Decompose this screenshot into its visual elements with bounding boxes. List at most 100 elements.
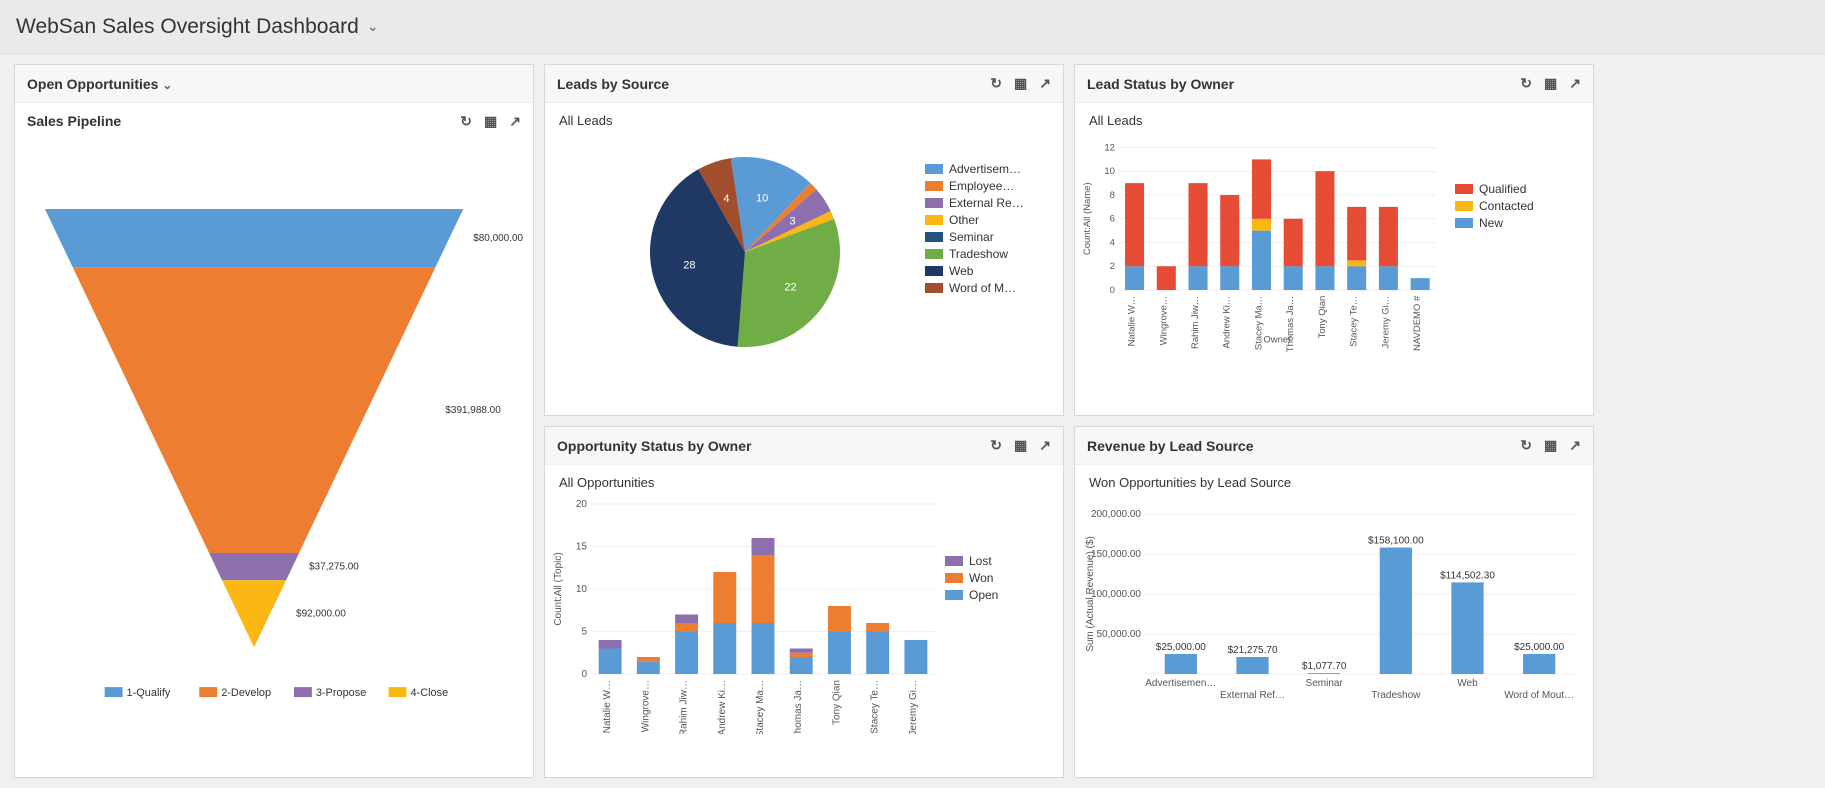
svg-text:Tony Qian: Tony Qian bbox=[831, 680, 842, 725]
svg-text:Natalie W…: Natalie W… bbox=[1127, 296, 1138, 347]
svg-text:Rahim Jiw…: Rahim Jiw… bbox=[679, 680, 690, 734]
refresh-icon[interactable]: ↻ bbox=[990, 437, 1002, 454]
pipeline-title: Sales Pipeline bbox=[27, 113, 121, 129]
page-title: WebSan Sales Oversight Dashboard ⌄ bbox=[0, 0, 1825, 54]
revenue-title: Revenue by Lead Source bbox=[1087, 438, 1254, 454]
svg-text:Advertisemen…: Advertisemen… bbox=[1145, 678, 1216, 689]
svg-text:Thomas Ja…: Thomas Ja… bbox=[793, 680, 804, 734]
svg-text:Web: Web bbox=[1457, 678, 1478, 689]
svg-text:$25,000.00: $25,000.00 bbox=[1156, 642, 1206, 653]
svg-text:12: 12 bbox=[1104, 142, 1115, 153]
panel-opp-status: Opportunity Status by Owner ↻ ▦ ↗ All Op… bbox=[544, 426, 1064, 778]
lead-status-title: Lead Status by Owner bbox=[1087, 76, 1234, 92]
panel-open-opportunities: Open Opportunities ⌄ Sales Pipeline ↻ ▦ … bbox=[14, 64, 534, 778]
refresh-icon[interactable]: ↻ bbox=[990, 75, 1002, 92]
panel-header: Opportunity Status by Owner ↻ ▦ ↗ bbox=[545, 427, 1063, 465]
svg-text:$92,000.00: $92,000.00 bbox=[296, 609, 346, 620]
svg-text:Stacey Te…: Stacey Te… bbox=[870, 680, 881, 734]
svg-text:5: 5 bbox=[581, 627, 587, 638]
svg-text:$114,502.30: $114,502.30 bbox=[1440, 570, 1495, 581]
popout-icon[interactable]: ↗ bbox=[1569, 75, 1581, 92]
svg-text:200,000.00: 200,000.00 bbox=[1091, 509, 1141, 520]
svg-text:Tradeshow: Tradeshow bbox=[1371, 690, 1421, 701]
opp-status-legend: LostWonOpen bbox=[945, 494, 1006, 777]
svg-text:Word of Mout…: Word of Mout… bbox=[1504, 690, 1574, 701]
svg-text:Wingrove…: Wingrove… bbox=[640, 680, 651, 732]
svg-text:Count:All (Topic): Count:All (Topic) bbox=[553, 552, 564, 625]
opp-status-chart: 0 5 10 15 20 Count:All (Topic) Natalie W… Wingr… bbox=[545, 494, 945, 734]
grid-icon[interactable]: ▦ bbox=[1014, 75, 1027, 92]
panel-revenue: Revenue by Lead Source ↻ ▦ ↗ Won Opportu… bbox=[1074, 426, 1594, 778]
chevron-down-icon[interactable]: ⌄ bbox=[162, 78, 172, 92]
svg-text:20: 20 bbox=[576, 499, 588, 510]
panel-lead-status: Lead Status by Owner ↻ ▦ ↗ All Leads 024… bbox=[1074, 64, 1594, 416]
panel-leads-by-source: Leads by Source ↻ ▦ ↗ All Leads 10322284… bbox=[544, 64, 1064, 416]
svg-text:15: 15 bbox=[576, 542, 588, 553]
svg-text:Stacey Ma…: Stacey Ma… bbox=[755, 680, 766, 734]
grid-icon[interactable]: ▦ bbox=[1544, 437, 1557, 454]
svg-text:$37,275.00: $37,275.00 bbox=[309, 562, 359, 573]
svg-text:100,000.00: 100,000.00 bbox=[1091, 589, 1141, 600]
opp-status-title: Opportunity Status by Owner bbox=[557, 438, 751, 454]
lead-status-legend: QualifiedContactedNew bbox=[1455, 132, 1542, 415]
chevron-down-icon[interactable]: ⌄ bbox=[367, 18, 379, 35]
pie-legend: Advertisem…Employee…External Re…OtherSem… bbox=[925, 132, 1063, 415]
opp-status-subtitle: All Opportunities bbox=[545, 465, 1063, 494]
svg-text:10: 10 bbox=[1104, 166, 1115, 177]
section-header: Sales Pipeline ↻ ▦ ↗ bbox=[15, 103, 533, 139]
svg-text:Andrew Ki…: Andrew Ki… bbox=[717, 680, 728, 734]
refresh-icon[interactable]: ↻ bbox=[1520, 437, 1532, 454]
svg-text:3: 3 bbox=[790, 216, 796, 228]
popout-icon[interactable]: ↗ bbox=[509, 113, 521, 130]
svg-text:2-Develop: 2-Develop bbox=[221, 687, 271, 699]
revenue-subtitle: Won Opportunities by Lead Source bbox=[1075, 465, 1593, 494]
grid-icon[interactable]: ▦ bbox=[1544, 75, 1557, 92]
svg-text:10: 10 bbox=[576, 584, 588, 595]
svg-text:0: 0 bbox=[581, 669, 587, 680]
svg-text:Stacey Te…: Stacey Te… bbox=[1349, 296, 1360, 347]
svg-text:3-Propose: 3-Propose bbox=[316, 687, 366, 699]
svg-text:$391,988.00: $391,988.00 bbox=[445, 405, 501, 416]
grid-icon[interactable]: ▦ bbox=[1014, 437, 1027, 454]
popout-icon[interactable]: ↗ bbox=[1039, 437, 1051, 454]
dashboard-grid: Open Opportunities ⌄ Sales Pipeline ↻ ▦ … bbox=[0, 54, 1825, 788]
svg-text:10: 10 bbox=[756, 193, 768, 205]
svg-text:6: 6 bbox=[1110, 214, 1115, 225]
svg-text:Andrew Ki…: Andrew Ki… bbox=[1222, 296, 1233, 349]
svg-text:1-Qualify: 1-Qualify bbox=[127, 687, 171, 699]
svg-text:Count:All (Name): Count:All (Name) bbox=[1082, 182, 1093, 255]
popout-icon[interactable]: ↗ bbox=[1569, 437, 1581, 454]
svg-text:50,000.00: 50,000.00 bbox=[1097, 629, 1142, 640]
open-opp-title: Open Opportunities bbox=[27, 76, 158, 92]
svg-text:$25,000.00: $25,000.00 bbox=[1514, 642, 1564, 653]
panel-header: Lead Status by Owner ↻ ▦ ↗ bbox=[1075, 65, 1593, 103]
svg-text:Rahim Jiw…: Rahim Jiw… bbox=[1190, 296, 1201, 349]
refresh-icon[interactable]: ↻ bbox=[1520, 75, 1532, 92]
svg-text:$21,275.70: $21,275.70 bbox=[1227, 645, 1277, 656]
svg-text:External Ref…: External Ref… bbox=[1220, 690, 1285, 701]
leads-source-title: Leads by Source bbox=[557, 76, 669, 92]
svg-text:8: 8 bbox=[1110, 190, 1115, 201]
svg-text:150,000.00: 150,000.00 bbox=[1091, 549, 1141, 560]
grid-icon[interactable]: ▦ bbox=[484, 113, 497, 130]
svg-text:4: 4 bbox=[1110, 237, 1115, 248]
panel-header: Leads by Source ↻ ▦ ↗ bbox=[545, 65, 1063, 103]
svg-text:2: 2 bbox=[1110, 261, 1115, 272]
refresh-icon[interactable]: ↻ bbox=[460, 113, 472, 130]
svg-text:Jeremy Gi…: Jeremy Gi… bbox=[908, 680, 919, 734]
lead-status-chart: 024681012Count:All (Name)OwnerNatalie W…… bbox=[1075, 132, 1455, 372]
svg-text:28: 28 bbox=[683, 259, 695, 271]
svg-text:Natalie W…: Natalie W… bbox=[602, 680, 613, 733]
title-text: WebSan Sales Oversight Dashboard bbox=[16, 15, 359, 39]
svg-text:Seminar: Seminar bbox=[1306, 678, 1344, 689]
svg-text:Sum (Actual Revenue) ($): Sum (Actual Revenue) ($) bbox=[1085, 536, 1096, 652]
pie-chart: 10 3 22 28 4 bbox=[545, 132, 925, 372]
popout-icon[interactable]: ↗ bbox=[1039, 75, 1051, 92]
svg-text:4: 4 bbox=[723, 193, 729, 205]
svg-text:22: 22 bbox=[784, 281, 796, 293]
svg-text:Stacey Ma…: Stacey Ma… bbox=[1253, 296, 1264, 350]
svg-text:Jeremy Gi…: Jeremy Gi… bbox=[1380, 296, 1391, 349]
svg-text:NAVDEMO #: NAVDEMO # bbox=[1412, 295, 1423, 351]
svg-text:Tony Qian: Tony Qian bbox=[1317, 296, 1328, 339]
svg-text:4-Close: 4-Close bbox=[410, 687, 448, 699]
